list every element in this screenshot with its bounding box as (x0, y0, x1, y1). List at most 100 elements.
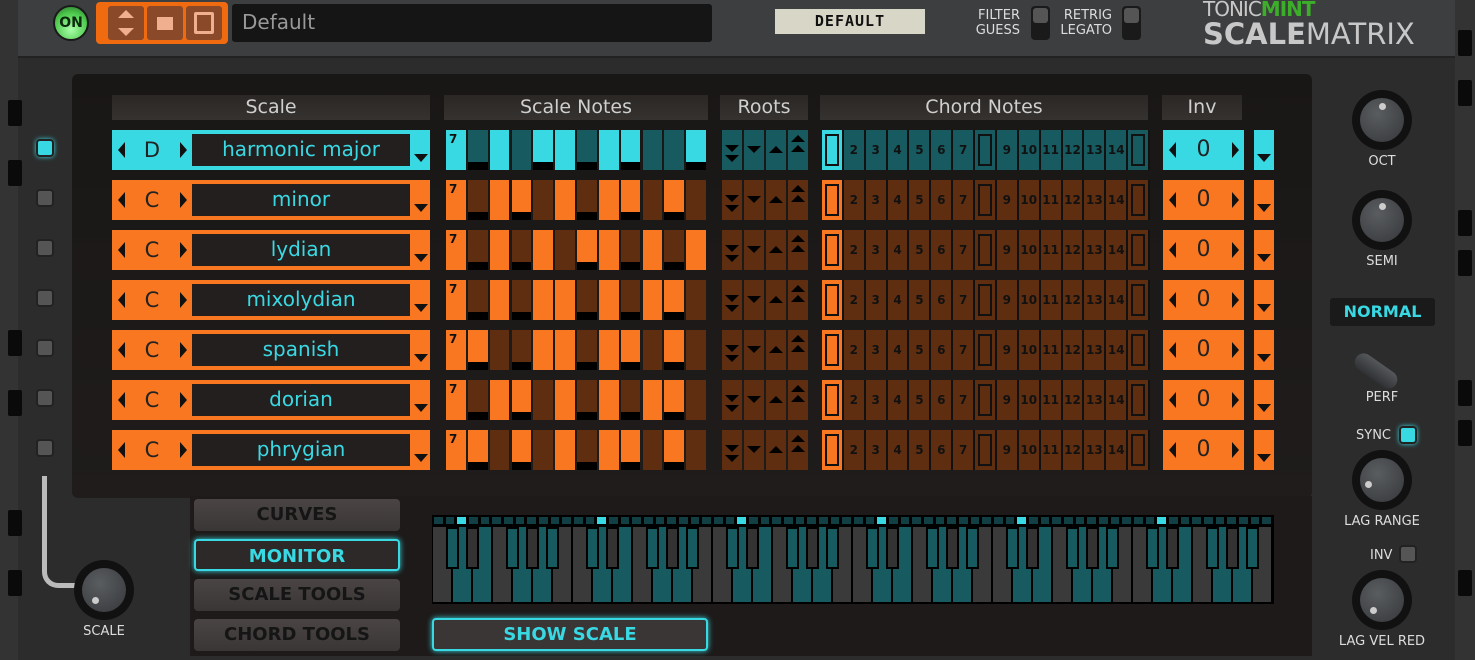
monitor-keyboard[interactable] (432, 515, 1274, 604)
black-key[interactable] (726, 527, 739, 569)
chord-note-cell[interactable]: 6 (931, 430, 954, 470)
black-key[interactable] (1106, 527, 1119, 569)
chord-note-cell[interactable]: 3 (865, 330, 888, 370)
chord-note-cell[interactable]: 12 (1062, 230, 1085, 270)
chord-note-cell[interactable] (1128, 380, 1150, 420)
chord-note-cell[interactable]: 3 (865, 280, 888, 320)
scale-note-cell[interactable] (642, 430, 663, 470)
chord-note-cell[interactable]: 12 (1062, 130, 1085, 170)
semi-knob[interactable] (1352, 190, 1412, 250)
scale-name-field[interactable]: harmonic major (192, 134, 410, 166)
nav-scale-tools-button[interactable]: SCALE TOOLS (194, 579, 400, 611)
root-down-2-button[interactable] (722, 230, 742, 270)
scale-note-cell[interactable] (664, 330, 685, 370)
scale-note-cell[interactable] (598, 180, 619, 220)
chord-note-cell[interactable]: 2 (843, 230, 866, 270)
scale-note-cell[interactable] (533, 430, 554, 470)
scale-note-cell[interactable] (577, 280, 597, 320)
black-key[interactable] (866, 527, 879, 569)
open-folder-button[interactable] (147, 6, 183, 40)
scale-note-cell[interactable] (620, 130, 641, 170)
inv-next-arrow-icon[interactable] (1232, 392, 1239, 408)
scale-note-cell[interactable] (467, 430, 488, 470)
chord-note-cell[interactable] (822, 130, 844, 170)
scale-name-field[interactable]: phrygian (192, 434, 410, 466)
chord-note-cell[interactable]: 11 (1040, 280, 1063, 320)
chord-note-cell[interactable]: 9 (996, 280, 1019, 320)
chord-note-cell[interactable]: 6 (931, 180, 954, 220)
chord-note-cell[interactable]: 2 (843, 280, 866, 320)
chord-note-cell[interactable]: 6 (931, 280, 954, 320)
chord-note-cell[interactable]: 13 (1084, 230, 1107, 270)
scale-name-field[interactable]: mixolydian (192, 284, 410, 316)
chord-note-cell[interactable]: 13 (1084, 280, 1107, 320)
chord-note-cell[interactable]: 9 (996, 430, 1019, 470)
chord-note-cell[interactable] (975, 330, 997, 370)
scale-note-cell[interactable] (598, 380, 619, 420)
root-next-arrow-icon[interactable] (180, 342, 187, 358)
inv-next-arrow-icon[interactable] (1232, 292, 1239, 308)
preset-name-field[interactable]: Default (232, 4, 712, 42)
scale-note-cell[interactable] (686, 380, 706, 420)
root-up-button[interactable] (766, 430, 786, 470)
scale-note-cell[interactable] (467, 230, 488, 270)
chord-note-cell[interactable]: 14 (1106, 130, 1129, 170)
scale-note-cell[interactable] (577, 180, 597, 220)
dropdown-arrow-icon[interactable] (414, 404, 428, 412)
scale-note-cell[interactable] (642, 380, 663, 420)
chord-note-cell[interactable] (1128, 280, 1150, 320)
root-up-2-button[interactable] (788, 230, 808, 270)
scale-note-cell[interactable] (577, 230, 597, 270)
chord-note-cell[interactable]: 9 (996, 230, 1019, 270)
black-key[interactable] (1026, 527, 1039, 569)
inversion-stepper[interactable]: 0 (1163, 430, 1244, 470)
black-key[interactable] (926, 527, 939, 569)
chord-note-cell[interactable]: 2 (843, 380, 866, 420)
chord-note-cell[interactable]: 2 (843, 330, 866, 370)
scale-note-cell[interactable] (620, 330, 641, 370)
chord-note-cell[interactable]: 7 (953, 330, 976, 370)
black-key[interactable] (786, 527, 799, 569)
chord-note-cell[interactable]: 14 (1106, 380, 1129, 420)
chord-note-cell[interactable]: 12 (1062, 280, 1085, 320)
chord-note-cell[interactable] (1128, 330, 1150, 370)
root-down-button[interactable] (744, 380, 764, 420)
scale-note-cell[interactable] (555, 330, 575, 370)
scale-note-cell[interactable] (489, 380, 510, 420)
scale-note-cell[interactable]: 7 (446, 430, 466, 470)
root-up-2-button[interactable] (788, 330, 808, 370)
oct-knob[interactable] (1352, 90, 1412, 150)
black-key[interactable] (666, 527, 679, 569)
scale-note-cell[interactable] (511, 280, 532, 320)
nav-monitor-button[interactable]: MONITOR (194, 539, 400, 571)
dropdown-arrow-icon[interactable] (414, 454, 428, 462)
inversion-stepper[interactable]: 0 (1163, 230, 1244, 270)
scale-note-cell[interactable] (620, 230, 641, 270)
chord-note-cell[interactable]: 11 (1040, 430, 1063, 470)
scale-note-cell[interactable] (664, 230, 685, 270)
chord-note-cell[interactable]: 3 (865, 130, 888, 170)
scale-note-cell[interactable] (664, 430, 685, 470)
scale-note-cell[interactable] (686, 130, 706, 170)
row-menu-button[interactable] (1254, 130, 1274, 170)
chord-note-cell[interactable] (1128, 180, 1150, 220)
root-up-2-button[interactable] (788, 280, 808, 320)
perf-mode-display[interactable]: NORMAL (1330, 298, 1435, 326)
nav-chord-tools-button[interactable]: CHORD TOOLS (194, 619, 400, 651)
black-key[interactable] (606, 527, 619, 569)
chord-note-cell[interactable]: 7 (953, 430, 976, 470)
scale-note-cell[interactable] (686, 280, 706, 320)
inv-next-arrow-icon[interactable] (1232, 442, 1239, 458)
scale-note-cell[interactable] (598, 280, 619, 320)
chord-note-cell[interactable]: 6 (931, 130, 954, 170)
scale-note-cell[interactable]: 7 (446, 330, 466, 370)
scale-note-cell[interactable] (533, 130, 554, 170)
black-key[interactable] (1166, 527, 1179, 569)
dropdown-arrow-icon[interactable] (414, 354, 428, 362)
black-key[interactable] (686, 527, 699, 569)
chord-note-cell[interactable]: 10 (1018, 330, 1041, 370)
chord-note-cell[interactable]: 5 (909, 280, 932, 320)
root-down-2-button[interactable] (722, 380, 742, 420)
scale-note-cell[interactable] (467, 380, 488, 420)
chord-note-cell[interactable]: 12 (1062, 330, 1085, 370)
